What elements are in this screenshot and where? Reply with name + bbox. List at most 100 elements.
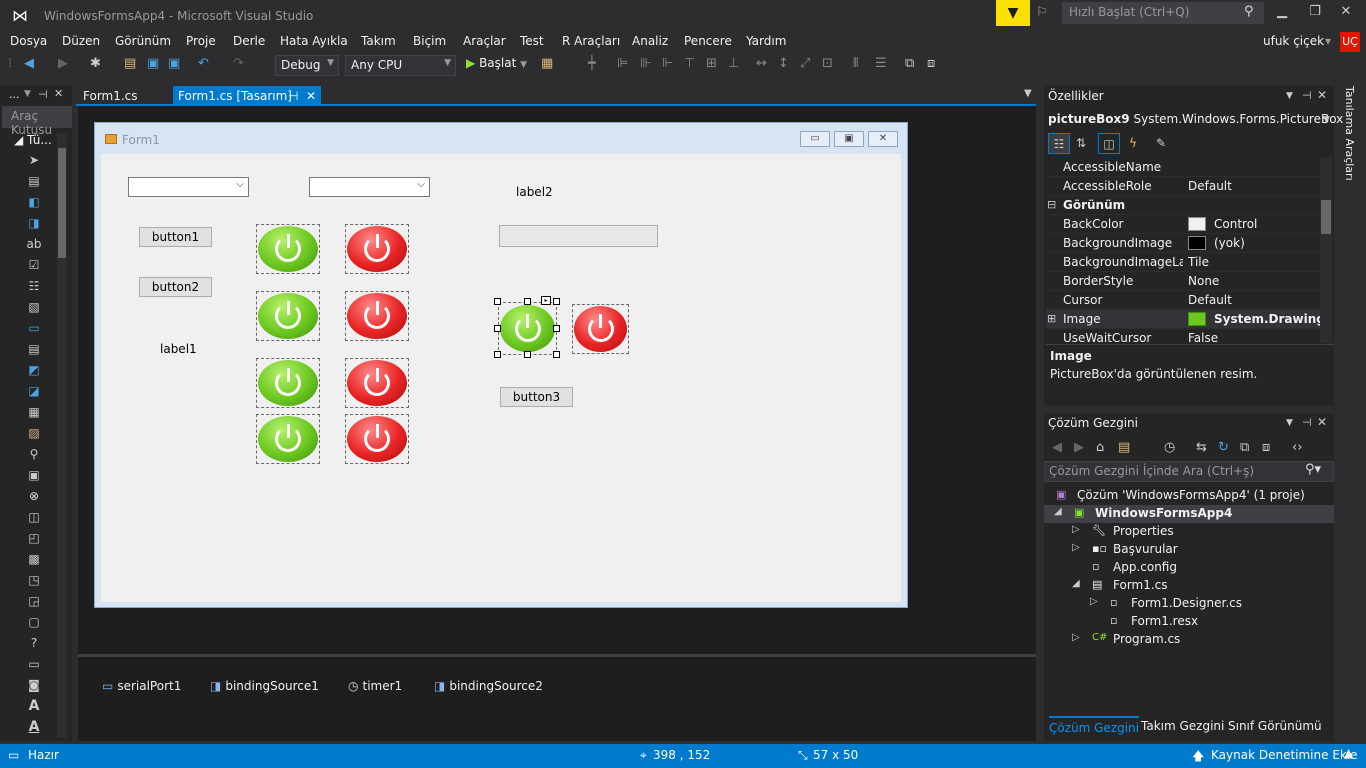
resize-handle[interactable] <box>494 351 501 358</box>
component-bindingsource1[interactable]: ◨ bindingSource1 <box>210 679 319 693</box>
picturebox-green-power[interactable] <box>256 291 320 341</box>
make-same-width-icon[interactable]: ↔ <box>756 56 767 71</box>
tree-item-references[interactable]: ▷ ▪▫ Başvurular <box>1044 541 1334 559</box>
visual-studio-logo-icon[interactable]: ⋈ <box>8 5 32 27</box>
align-tops-icon[interactable]: ⊤ <box>684 56 695 71</box>
home-icon[interactable]: ⌂ <box>1096 440 1104 455</box>
help-provider-icon[interactable]: ? <box>26 636 42 650</box>
property-value[interactable]: Default <box>1188 179 1232 193</box>
font-dialog-icon[interactable]: ◲ <box>26 594 42 608</box>
button-icon[interactable]: ab <box>26 237 42 251</box>
alphabetical-icon[interactable]: ⇅ <box>1070 133 1092 154</box>
property-pages-icon[interactable]: ✎ <box>1150 133 1172 154</box>
expand-icon[interactable]: ⊞ <box>1047 312 1056 325</box>
background-worker-icon[interactable]: ▤ <box>26 174 42 188</box>
tab-class-view[interactable]: Sınıf Görünümü <box>1228 719 1322 733</box>
picturebox-red-power[interactable] <box>345 224 409 274</box>
restore-button[interactable]: ❐ <box>1303 4 1327 24</box>
directory-entry-icon[interactable]: ▨ <box>26 426 42 440</box>
groupbox-icon[interactable]: ▢ <box>26 615 42 629</box>
chevron-down-icon[interactable]: ▼ <box>1323 115 1330 125</box>
align-centers-icon[interactable]: ⊪ <box>640 56 651 71</box>
button3[interactable]: button3 <box>500 387 573 407</box>
quick-launch-input[interactable]: Hızlı Başlat (Ctrl+Q) <box>1062 2 1264 24</box>
component-timer1[interactable]: ◷ timer1 <box>348 679 402 693</box>
picturebox-green-power[interactable] <box>256 358 320 408</box>
solution-search-input[interactable]: Çözüm Gezgini İçinde Ara (Ctrl+ş) <box>1044 461 1334 482</box>
property-row[interactable]: BackgroundImage (yok) <box>1046 234 1320 253</box>
property-value[interactable]: False <box>1188 331 1218 343</box>
label1[interactable]: label1 <box>160 342 197 356</box>
flow-layout-panel-icon[interactable]: ▩ <box>26 552 42 566</box>
show-all-files-icon[interactable]: ⧈ <box>1262 440 1270 455</box>
property-row[interactable]: Cursor Default <box>1046 291 1320 310</box>
pointer-icon[interactable]: ➤ <box>26 153 42 167</box>
picturebox-red-power[interactable] <box>345 358 409 408</box>
back-icon[interactable]: ◀ <box>1052 440 1062 455</box>
property-value[interactable]: System.Drawing.B <box>1214 312 1320 326</box>
property-row[interactable]: BackColor Control <box>1046 215 1320 234</box>
directory-searcher-icon[interactable]: ⚲ <box>26 447 42 461</box>
forward-icon[interactable]: ▶ <box>1074 440 1084 455</box>
form-client-area[interactable] <box>101 154 901 602</box>
chevron-down-icon[interactable]: ▼ <box>1286 91 1293 101</box>
menu-gorunum[interactable]: Görünüm <box>115 34 171 48</box>
redo-icon[interactable]: ↷ <box>233 56 244 71</box>
new-project-icon[interactable]: ✱ <box>90 56 101 71</box>
search-icon[interactable]: ⚲ <box>1244 4 1254 19</box>
menu-takim[interactable]: Takım <box>361 34 396 48</box>
chevron-down-icon[interactable]: ▼ <box>1286 418 1293 428</box>
save-icon[interactable]: ▣ <box>147 56 159 71</box>
toolbox-search[interactable]: Araç Kutusu <box>2 106 72 137</box>
resize-handle[interactable] <box>524 351 531 358</box>
context-menu-icon[interactable]: ▤ <box>26 342 42 356</box>
close-icon[interactable]: ✕ <box>54 87 63 100</box>
align-lefts-icon[interactable]: ⊫ <box>617 56 628 71</box>
search-icon[interactable]: ⚲▾ <box>1305 462 1321 477</box>
menu-derle[interactable]: Derle <box>233 34 265 48</box>
dataset-icon[interactable]: ◩ <box>26 363 42 377</box>
menu-bicim[interactable]: Biçim <box>413 34 446 48</box>
collapsed-icon[interactable]: ▷ <box>1072 524 1080 535</box>
add-to-source-control[interactable]: Kaynak Denetimine Ekle <box>1211 748 1358 762</box>
categorized-icon[interactable]: ☷ <box>1048 133 1070 154</box>
property-object-selector[interactable]: pictureBox9 System.Windows.Forms.Picture… <box>1048 112 1343 126</box>
resize-handle[interactable] <box>553 351 560 358</box>
menu-proje[interactable]: Proje <box>186 34 216 48</box>
property-row[interactable]: BackgroundImageLayout Tile <box>1046 253 1320 272</box>
resize-handle[interactable] <box>553 325 560 332</box>
textbox1[interactable] <box>499 225 658 247</box>
button2[interactable]: button2 <box>139 277 212 297</box>
collapse-all-icon[interactable]: ⧉ <box>1240 440 1249 455</box>
domain-updown-icon[interactable]: ▣ <box>26 468 42 482</box>
picturebox9-selected[interactable] <box>498 302 557 355</box>
refresh-icon[interactable]: ↻ <box>1218 440 1229 455</box>
align-middles-icon[interactable]: ⊞ <box>706 56 717 71</box>
error-provider-icon[interactable]: ⊗ <box>26 489 42 503</box>
property-row-selected[interactable]: ⊞ Image System.Drawing.B <box>1046 310 1320 329</box>
property-row[interactable]: AccessibleRole Default <box>1046 177 1320 196</box>
open-file-icon[interactable]: ▤ <box>124 56 136 71</box>
start-button[interactable]: ▶ Başlat ▼ <box>466 56 527 70</box>
file-system-watcher-icon[interactable]: ◰ <box>26 531 42 545</box>
color-dialog-icon[interactable]: ▧ <box>26 300 42 314</box>
pending-changes-icon[interactable]: ◷ <box>1164 440 1175 455</box>
menu-yardim[interactable]: Yardım <box>746 34 786 48</box>
tab-team-explorer[interactable]: Takım Gezgini <box>1141 719 1224 733</box>
imagelist-icon[interactable]: ◙ <box>26 678 42 692</box>
property-row[interactable]: AccessibleName <box>1046 158 1320 177</box>
tree-item-form1-resx[interactable]: ▫ Form1.resx <box>1044 613 1334 631</box>
tree-item-form1-cs[interactable]: ◢ ▤ Form1.cs <box>1044 577 1334 595</box>
pin-icon[interactable]: ⊣ <box>288 89 298 103</box>
close-icon[interactable]: ✕ <box>306 89 316 103</box>
hscrollbar-icon[interactable]: ▭ <box>26 657 42 671</box>
toolbox-scrollbar-thumb[interactable] <box>58 148 66 258</box>
tree-item-project[interactable]: ◢ ▣ WindowsFormsApp4 <box>1044 505 1334 523</box>
combobox-icon[interactable]: ▭ <box>26 321 42 335</box>
make-same-height-icon[interactable]: ↕ <box>778 56 789 71</box>
picturebox-red-power[interactable] <box>345 414 409 464</box>
property-row[interactable]: BorderStyle None <box>1046 272 1320 291</box>
date-time-picker-icon[interactable]: ▦ <box>26 405 42 419</box>
send-to-back-icon[interactable]: ⧈ <box>927 56 935 71</box>
events-icon[interactable]: ϟ <box>1122 133 1144 154</box>
